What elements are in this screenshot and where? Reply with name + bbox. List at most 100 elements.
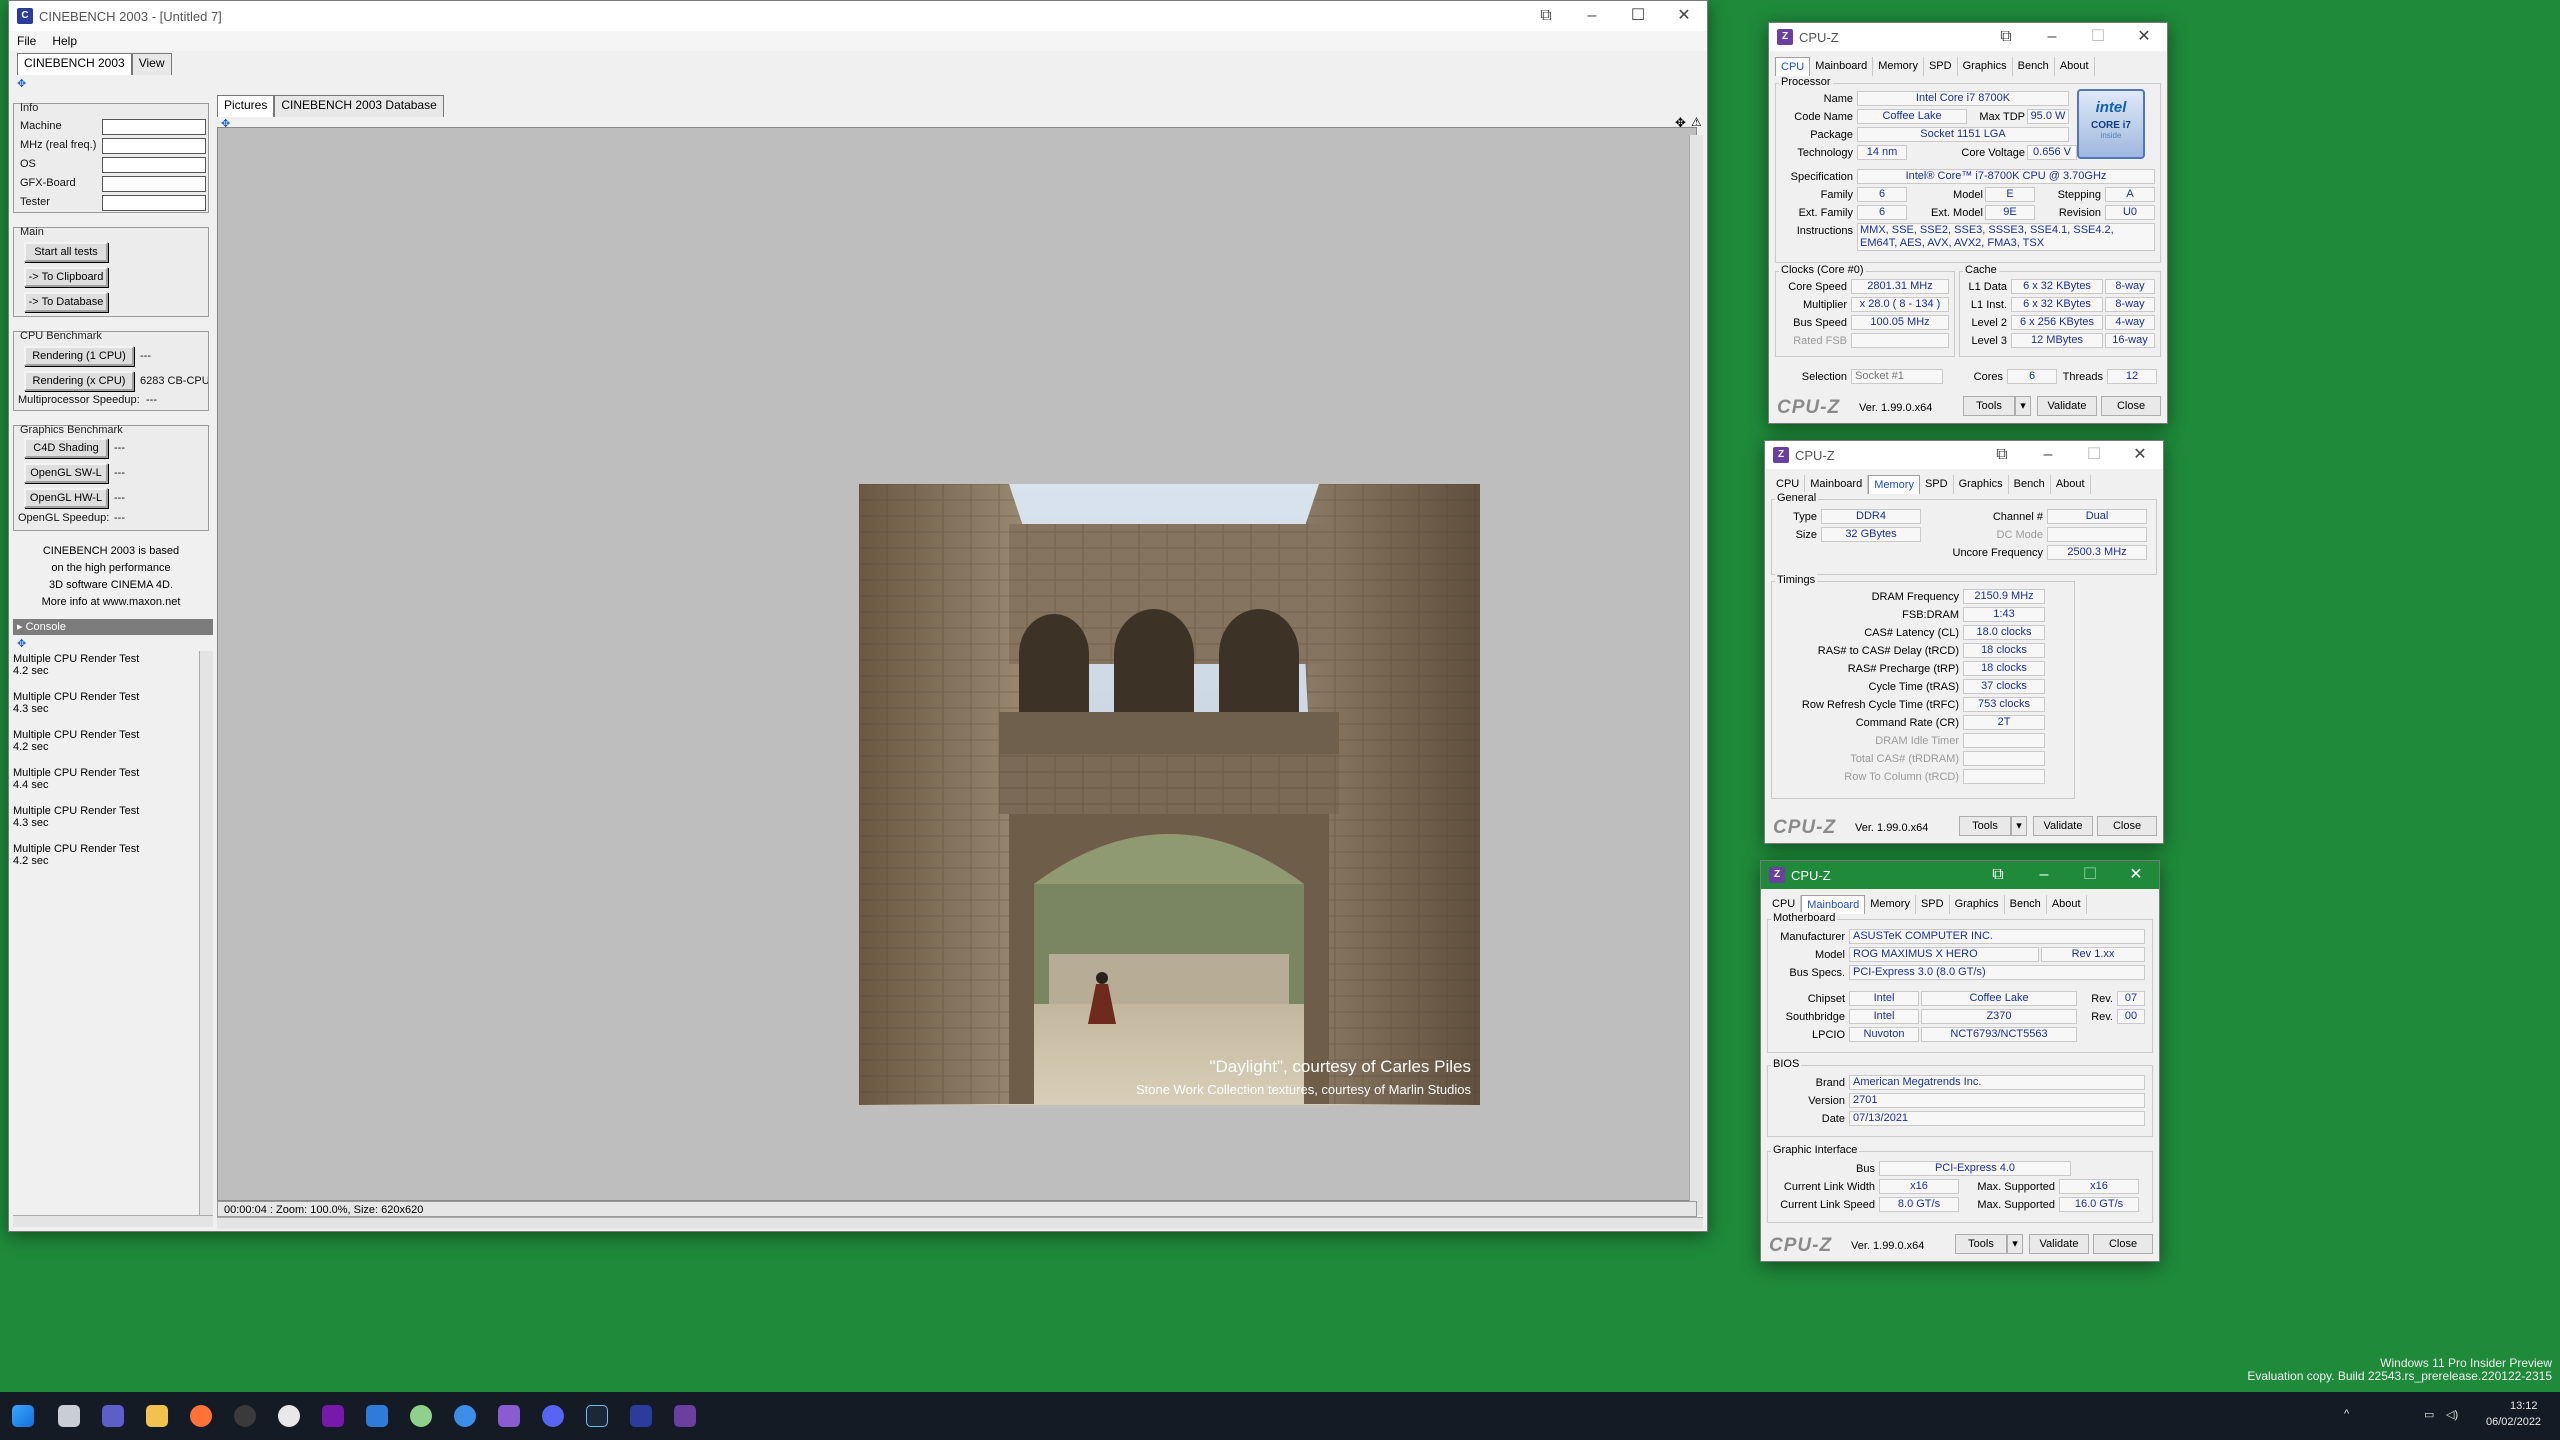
tools-button[interactable]: Tools — [1963, 396, 2015, 416]
cinebench-titlebar[interactable]: C CINEBENCH 2003 - [Untitled 7] ⧉ – ☐ ✕ — [9, 1, 1707, 31]
snap-icon[interactable]: ⧉ — [1979, 441, 2025, 471]
cpuz-titlebar[interactable]: Z CPU-Z ⧉ – ☐ ✕ — [1765, 441, 2163, 469]
tab-spd[interactable]: SPD — [1916, 895, 1950, 914]
tab-bench[interactable]: Bench — [2009, 475, 2051, 494]
tab-pictures[interactable]: Pictures — [217, 95, 275, 117]
music-icon[interactable] — [278, 1405, 300, 1427]
menu-file[interactable]: File — [9, 34, 44, 48]
minimize-button[interactable]: – — [1569, 1, 1615, 31]
volume-icon[interactable]: ◁) — [2446, 1408, 2458, 1421]
tab-memory[interactable]: Memory — [1868, 475, 1920, 494]
cinebench-taskbar-icon[interactable] — [630, 1405, 652, 1427]
tab-spd[interactable]: SPD — [1924, 57, 1958, 76]
opengl-hwl-button[interactable]: OpenGL HW-L — [24, 488, 108, 508]
tools-dropdown-icon[interactable]: ▾ — [2015, 396, 2031, 416]
browser-icon[interactable] — [454, 1405, 476, 1427]
tab-graphics[interactable]: Graphics — [1950, 895, 2005, 914]
tab-bench[interactable]: Bench — [2005, 895, 2047, 914]
minimize-button[interactable]: – — [2021, 861, 2067, 891]
tools-dropdown-icon[interactable]: ▾ — [2007, 1234, 2023, 1254]
clock-time[interactable]: 13:12 — [2510, 1400, 2538, 1412]
image-caption-1: "Daylight", courtesy of Carles Piles — [1210, 1057, 1472, 1076]
tab-memory[interactable]: Memory — [1873, 57, 1924, 76]
tray-chevron-icon[interactable]: ^ — [2344, 1408, 2349, 1420]
tab-mainboard[interactable]: Mainboard — [1810, 57, 1874, 76]
minimize-button[interactable]: – — [2029, 23, 2075, 53]
minimize-button[interactable]: – — [2025, 441, 2071, 471]
close-button[interactable]: ✕ — [2113, 861, 2159, 891]
chat-icon[interactable] — [102, 1405, 124, 1427]
discord-icon[interactable] — [542, 1405, 564, 1427]
tab-view[interactable]: View — [131, 53, 172, 75]
tab-about[interactable]: About — [2047, 895, 2087, 914]
onenote-icon[interactable] — [322, 1405, 344, 1427]
tab-memory[interactable]: Memory — [1865, 895, 1916, 914]
close-button[interactable]: Close — [2097, 816, 2157, 836]
to-database-button[interactable]: -> To Database — [24, 292, 108, 312]
to-clipboard-button[interactable]: -> To Clipboard — [24, 267, 108, 287]
close-button[interactable]: Close — [2101, 396, 2161, 416]
validate-button[interactable]: Validate — [2037, 396, 2097, 416]
cpuz-titlebar[interactable]: Z CPU-Z ⧉ – ☐ ✕ — [1761, 861, 2159, 889]
close-button[interactable]: ✕ — [1661, 1, 1707, 31]
close-button[interactable]: Close — [2093, 1234, 2153, 1254]
tab-database[interactable]: CINEBENCH 2003 Database — [274, 95, 444, 117]
console-hscrollbar[interactable] — [13, 1215, 213, 1227]
rendering-1cpu-button[interactable]: Rendering (1 CPU) — [24, 346, 134, 366]
tab-about[interactable]: About — [2055, 57, 2095, 76]
validate-button[interactable]: Validate — [2033, 816, 2093, 836]
cpuz-titlebar[interactable]: Z CPU-Z ⧉ – ☐ ✕ — [1769, 23, 2167, 51]
visual-studio-icon[interactable] — [498, 1405, 520, 1427]
maximize-button[interactable]: ☐ — [2067, 861, 2113, 891]
task-view-icon[interactable] — [58, 1405, 80, 1427]
tools-button[interactable]: Tools — [1955, 1234, 2007, 1254]
close-button[interactable]: ✕ — [2121, 23, 2167, 53]
snap-icon[interactable]: ⧉ — [1523, 1, 1569, 31]
tab-spd[interactable]: SPD — [1920, 475, 1954, 494]
socket-select[interactable]: Socket #1 — [1851, 369, 1943, 384]
tab-about[interactable]: About — [2051, 475, 2091, 494]
snap-icon[interactable]: ⧉ — [1975, 861, 2021, 891]
opengl-swl-button[interactable]: OpenGL SW-L — [24, 463, 108, 483]
tab-bench[interactable]: Bench — [2013, 57, 2055, 76]
cpuz-taskbar-icon[interactable] — [674, 1405, 696, 1427]
tools-dropdown-icon[interactable]: ▾ — [2011, 816, 2027, 836]
mhz-input[interactable] — [102, 138, 206, 154]
gfx-board-input[interactable] — [102, 176, 206, 192]
rendering-xcpu-button[interactable]: Rendering (x CPU) — [24, 371, 134, 391]
os-input[interactable] — [102, 157, 206, 173]
key-ext-family: Ext. Family — [1798, 207, 1853, 219]
machine-input[interactable] — [102, 119, 206, 135]
view-hscrollbar[interactable] — [217, 1217, 1703, 1229]
tab-cpu[interactable]: CPU — [1775, 57, 1811, 76]
view-scrollbar[interactable] — [1689, 135, 1703, 1215]
xbox-icon[interactable] — [410, 1405, 432, 1427]
maximize-button[interactable]: ☐ — [1615, 1, 1661, 31]
network-icon[interactable]: ▭ — [2424, 1408, 2434, 1421]
maximize-button[interactable]: ☐ — [2071, 441, 2117, 471]
console-header[interactable]: ▸ Console — [13, 619, 213, 635]
about-line: CINEBENCH 2003 is based — [42, 545, 180, 557]
c4d-shading-button[interactable]: C4D Shading — [24, 438, 108, 458]
snap-icon[interactable]: ⧉ — [1983, 23, 2029, 53]
console-scrollbar[interactable] — [199, 651, 213, 1215]
steam-icon[interactable] — [586, 1405, 608, 1427]
start-icon[interactable] — [12, 1405, 34, 1427]
pin-icon[interactable]: ✥ — [17, 77, 31, 90]
pen-tool-icon[interactable] — [366, 1405, 388, 1427]
obs-icon[interactable] — [234, 1405, 256, 1427]
clock-date[interactable]: 06/02/2022 — [2486, 1416, 2541, 1428]
tab-graphics[interactable]: Graphics — [1954, 475, 2009, 494]
maximize-button[interactable]: ☐ — [2075, 23, 2121, 53]
close-button[interactable]: ✕ — [2117, 441, 2163, 471]
tools-button[interactable]: Tools — [1959, 816, 2011, 836]
start-all-tests-button[interactable]: Start all tests — [24, 242, 108, 262]
firefox-icon[interactable] — [190, 1405, 212, 1427]
validate-button[interactable]: Validate — [2029, 1234, 2089, 1254]
tab-graphics[interactable]: Graphics — [1958, 57, 2013, 76]
console-pin-icon[interactable]: ✥ — [17, 637, 26, 650]
tab-cinebench[interactable]: CINEBENCH 2003 — [17, 53, 132, 75]
tester-input[interactable] — [102, 195, 206, 211]
file-explorer-icon[interactable] — [146, 1405, 168, 1427]
menu-help[interactable]: Help — [44, 34, 85, 48]
